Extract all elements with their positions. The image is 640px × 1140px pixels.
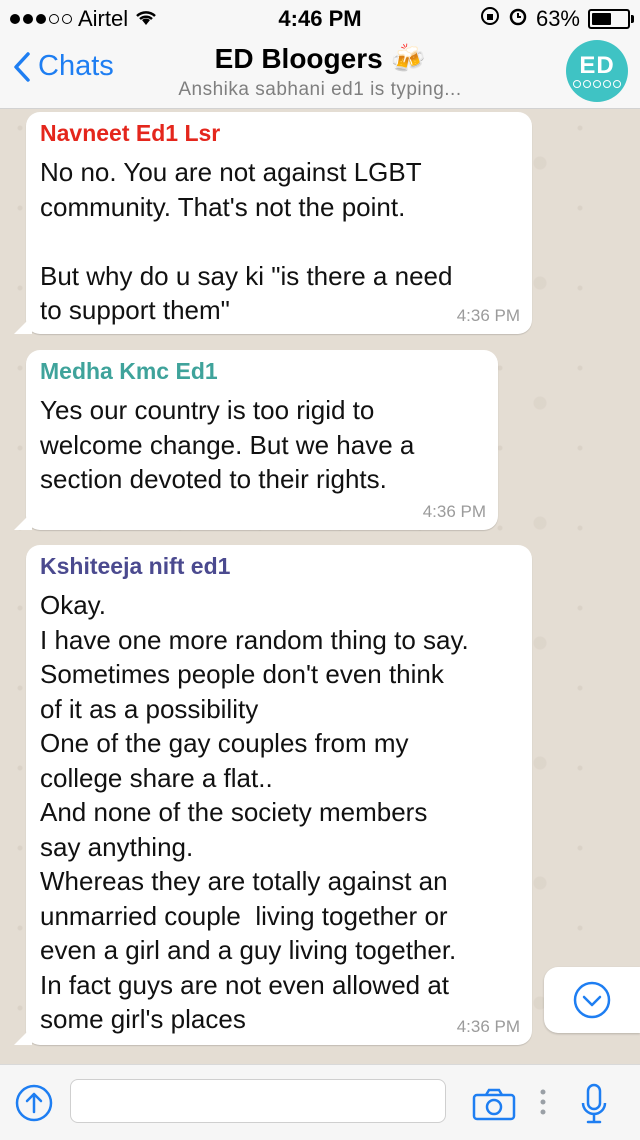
upload-icon (15, 1084, 53, 1122)
battery-percent: 63% (535, 6, 580, 31)
camera-icon (472, 1088, 516, 1121)
chat-info[interactable]: ED Bloogers 🍻 Anshika sabhani ed1 is typ… (150, 42, 490, 101)
message-time: 4:36 PM (422, 502, 486, 521)
message-time: 4:36 PM (456, 1017, 520, 1036)
chevron-down-circle-icon (573, 981, 611, 1019)
more-options-button[interactable] (538, 1087, 548, 1122)
message-bubble[interactable]: Kshiteeja nift ed1 Okay. I have one more… (14, 545, 532, 1045)
chat-title: ED Bloogers 🍻 (214, 43, 426, 74)
message-bubble[interactable]: Medha Kmc Ed1 Yes our country is too rig… (14, 350, 498, 530)
back-label: Chats (38, 50, 114, 82)
back-button[interactable]: Chats (12, 50, 114, 83)
battery-icon (588, 9, 634, 29)
avatar-dots-icon (573, 80, 621, 88)
message-sender: Medha Kmc Ed1 (40, 358, 218, 384)
chat-header: Chats ED Bloogers 🍻 Anshika sabhani ed1 … (0, 36, 640, 109)
share-button[interactable] (14, 1083, 54, 1128)
message-time: 4:36 PM (456, 306, 520, 325)
avatar-text: ED (579, 52, 615, 79)
input-bar (0, 1064, 640, 1140)
message-bubble[interactable]: Navneet Ed1 Lsr No no. You are not again… (14, 112, 532, 334)
typing-indicator: Anshika sabhani ed1 is typing... (178, 79, 462, 100)
message-text: No no. You are not against LGBT communit… (40, 157, 453, 325)
chevron-left-icon (14, 51, 30, 82)
microphone-icon (581, 1083, 607, 1124)
group-avatar[interactable]: ED (566, 40, 628, 102)
scroll-to-bottom-button[interactable] (544, 967, 640, 1033)
message-sender: Kshiteeja nift ed1 (40, 553, 231, 579)
vertical-dots-icon (540, 1089, 546, 1115)
message-sender: Navneet Ed1 Lsr (40, 120, 221, 146)
voice-record-button[interactable] (580, 1083, 608, 1130)
status-bar: Airtel 4:46 PM 63% (0, 0, 640, 36)
alarm-icon (508, 6, 528, 32)
message-input[interactable] (70, 1079, 446, 1123)
message-text: Yes our country is too rigid to welcome … (40, 395, 415, 494)
rotation-lock-icon (480, 6, 500, 32)
message-text: Okay. I have one more random thing to sa… (40, 590, 469, 1034)
camera-button[interactable] (472, 1087, 516, 1126)
